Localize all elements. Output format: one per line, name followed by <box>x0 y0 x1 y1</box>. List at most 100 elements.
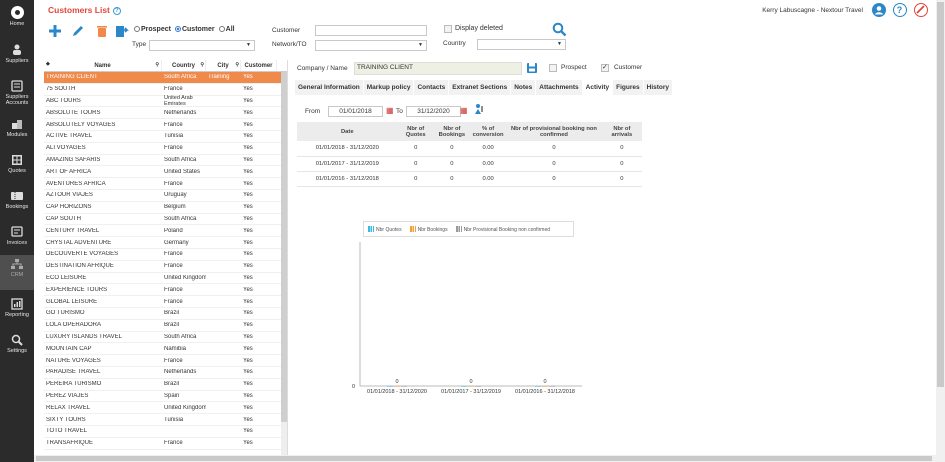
export-icon[interactable] <box>115 24 129 38</box>
page-scrollbar[interactable] <box>936 0 945 462</box>
bar[interactable] <box>461 386 467 387</box>
table-row[interactable]: ABSOLUTE TOURS Netherlands Yes <box>44 107 287 120</box>
from-date-input[interactable]: 01/01/2018 <box>328 106 383 117</box>
delete-icon[interactable] <box>95 24 109 38</box>
display-deleted-checkbox[interactable] <box>444 25 452 33</box>
legend-item[interactable]: Nbr Bookings <box>409 225 448 233</box>
table-row[interactable]: TRAINING CLIENT South Africa Training Yes <box>44 72 287 84</box>
country-select[interactable]: ▼ <box>477 39 566 50</box>
radio-customer[interactable]: Customer <box>174 26 215 33</box>
table-row[interactable]: ABSOLUTELY VOYAGES France Yes <box>44 119 287 131</box>
table-row[interactable]: PEREZ VIAJES Spain Yes <box>44 391 287 403</box>
table-row[interactable]: CAP SOUTH South Africa Yes <box>44 214 287 226</box>
table-row[interactable]: PARADISE TRAVEL Netherlands Yes <box>44 367 287 379</box>
table-row[interactable]: CENTURY TRAVEL Poland Yes <box>44 225 287 238</box>
radio-all[interactable]: All <box>218 26 235 33</box>
bar[interactable] <box>401 386 407 387</box>
calendar-icon[interactable]: ▦ <box>460 106 468 115</box>
table-row[interactable]: GO TURISMO Brazil Yes <box>44 308 287 320</box>
bar[interactable] <box>542 386 548 387</box>
tab-figures[interactable]: Figures <box>613 80 644 95</box>
tab-extranet-sections[interactable]: Extranet Sections <box>449 80 512 95</box>
table-row[interactable]: RELAX TRAVEL United Kingdom Yes <box>44 402 287 415</box>
table-row[interactable]: ABC TOURS United Arab Emirates Yes <box>44 95 287 108</box>
tab-markup-policy[interactable]: Markup policy <box>363 80 415 95</box>
bar[interactable] <box>549 386 555 387</box>
refresh-icon[interactable] <box>473 103 485 115</box>
bar[interactable] <box>394 386 400 387</box>
sidebar-item-settings[interactable]: Settings <box>0 331 34 367</box>
column-header-city[interactable]: City ⚲ <box>206 60 241 71</box>
sidebar-item-home[interactable]: Home <box>0 4 34 40</box>
sidebar-item-reporting[interactable]: Reporting <box>0 295 34 331</box>
table-scrollbar[interactable] <box>281 72 287 455</box>
table-row[interactable]: TRANSAFRIQUE France Yes <box>44 438 287 450</box>
legend-item[interactable]: Nbr Quotes <box>368 225 402 233</box>
help-circle-icon[interactable]: ? <box>893 3 907 17</box>
type-select[interactable]: ▼ <box>149 40 255 51</box>
tab-activity[interactable]: Activity <box>582 80 614 95</box>
sidebar-item-bookings[interactable]: Bookings <box>0 187 34 223</box>
add-icon[interactable] <box>48 24 62 38</box>
table-row[interactable]: EXPERIENCE TOURS France Yes <box>44 284 287 297</box>
network-select[interactable]: ▼ <box>315 40 427 51</box>
sidebar-item-suppliers-accounts[interactable]: Suppliers Accounts <box>0 77 34 117</box>
save-icon[interactable] <box>526 62 538 74</box>
table-row[interactable]: DECOUVERTE VOYAGES France Yes <box>44 249 287 261</box>
table-row[interactable]: GLOBAL LEISURE France Yes <box>44 296 287 308</box>
page-horizontal-scrollbar[interactable] <box>34 455 936 462</box>
tab-general-information[interactable]: General Information <box>295 80 364 95</box>
help-icon[interactable]: ? <box>112 7 121 15</box>
tab-attachments[interactable]: Attachments <box>536 80 583 95</box>
sidebar-item-invoices[interactable]: Invoices <box>0 223 34 259</box>
tab-notes[interactable]: Notes <box>511 80 537 95</box>
logout-icon[interactable] <box>914 3 928 17</box>
search-icon[interactable] <box>552 22 567 37</box>
company-name-input[interactable]: TRAINING CLIENT <box>354 62 522 75</box>
table-row[interactable]: AMAZING SAFARIS South Africa Yes <box>44 155 287 167</box>
table-row[interactable]: AZTOUR VIAJES Uruguay Yes <box>44 190 287 202</box>
search-icon[interactable]: ⚲ <box>235 62 239 68</box>
sidebar-item-quotes[interactable]: Quotes <box>0 151 34 187</box>
sidebar-item-crm[interactable]: CRM <box>0 255 34 290</box>
column-header-country[interactable]: Country ⚲ <box>162 60 206 71</box>
customer-checkbox[interactable]: ✓ <box>601 64 609 72</box>
table-row[interactable]: NATURE VOYAGES France Yes <box>44 355 287 367</box>
table-row[interactable]: TOTO TRAVEL Yes <box>44 426 287 438</box>
scrollbar-thumb[interactable] <box>36 456 932 461</box>
bar[interactable] <box>535 386 541 387</box>
table-row[interactable]: AVENTURES AFRICA France Yes <box>44 178 287 190</box>
search-icon[interactable]: ⚲ <box>155 62 159 68</box>
prospect-checkbox[interactable] <box>549 64 557 72</box>
tab-contacts[interactable]: Contacts <box>414 80 450 95</box>
column-header-name[interactable]: Name ◆ ⚲ <box>44 60 162 71</box>
scrollbar-thumb[interactable] <box>281 72 287 422</box>
to-date-input[interactable]: 31/12/2020 <box>406 106 461 117</box>
table-row[interactable]: ART OF AFRICA United States Yes <box>44 166 287 179</box>
table-row[interactable]: CAP HORIZONS Belgium Yes <box>44 202 287 214</box>
customer-filter-input[interactable] <box>315 25 427 36</box>
search-icon[interactable]: ⚲ <box>200 62 204 68</box>
table-row[interactable]: 75 SOUTH France Yes <box>44 84 287 96</box>
bar[interactable] <box>468 386 474 387</box>
legend-item[interactable]: Nbr Provisional Booking non confirmed <box>455 225 550 233</box>
table-row[interactable]: ACTIVE TRAVEL Tunisia Yes <box>44 131 287 143</box>
table-row[interactable]: DESTINATION AFRIQUE France Yes <box>44 261 287 273</box>
calendar-icon[interactable]: ▦ <box>386 106 394 115</box>
table-row[interactable]: CRYSTAL ADVENTURE Germany Yes <box>44 237 287 249</box>
table-row[interactable]: LOLA OPERADORA Brazil Yes <box>44 320 287 332</box>
table-row[interactable]: ECO LEISURE United Kingdom Yes <box>44 273 287 285</box>
column-header-customer[interactable]: Customer <box>241 60 277 71</box>
user-profile-icon[interactable] <box>872 3 886 17</box>
table-row[interactable]: LUXURY ISLANDS TRAVEL South Africa Yes <box>44 332 287 344</box>
scrollbar-thumb[interactable] <box>937 2 944 387</box>
sidebar-item-suppliers[interactable]: Suppliers <box>0 41 34 77</box>
tab-history[interactable]: History <box>643 80 674 95</box>
table-row[interactable]: SIXTY TOURS Tunisia Yes <box>44 414 287 426</box>
table-row[interactable]: ALI VOYAGES France Yes <box>44 143 287 155</box>
table-row[interactable]: MOUNTAIN CAP Namibia Yes <box>44 343 287 356</box>
radio-prospect[interactable]: Prospect <box>134 26 171 33</box>
bar[interactable] <box>475 386 481 387</box>
edit-icon[interactable] <box>71 24 85 38</box>
bar[interactable] <box>387 386 393 387</box>
